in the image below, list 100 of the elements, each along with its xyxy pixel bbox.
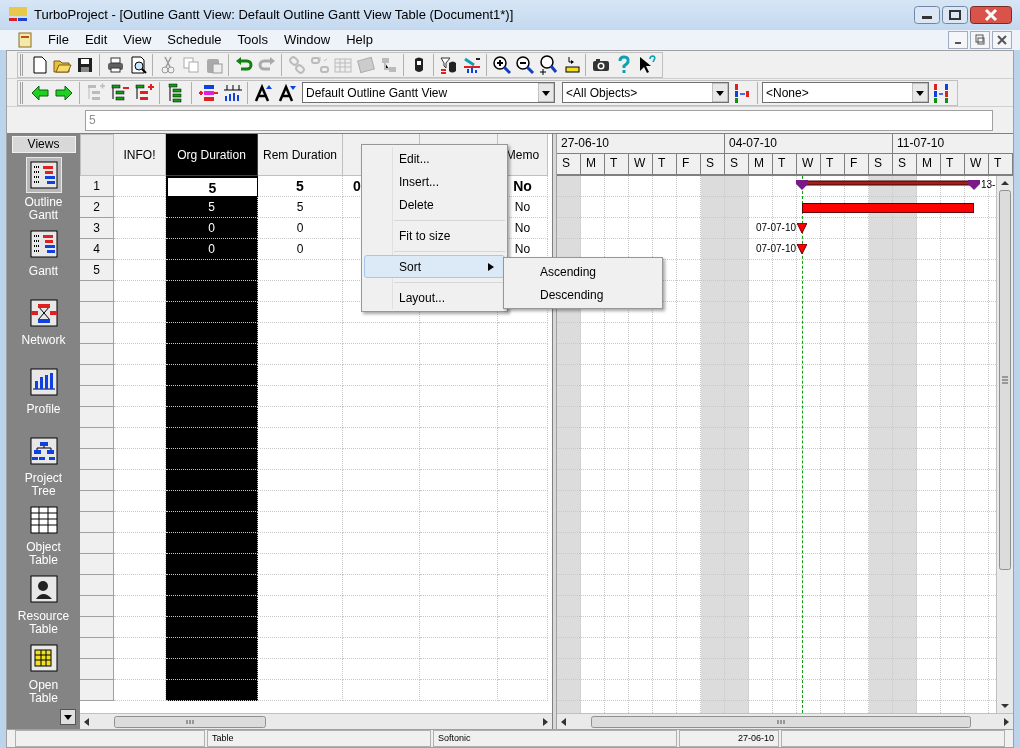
- menu-item[interactable]: Schedule: [159, 30, 230, 50]
- table-cell[interactable]: [258, 680, 343, 701]
- column-header[interactable]: Rem Duration: [258, 134, 343, 176]
- table-cell[interactable]: [343, 491, 420, 512]
- table-cell[interactable]: [166, 554, 258, 575]
- menu-item[interactable]: Tools: [229, 30, 276, 50]
- table-cell[interactable]: [166, 617, 258, 638]
- outline-remove-icon[interactable]: [109, 82, 130, 103]
- bars-icon[interactable]: [197, 82, 218, 103]
- table-cell[interactable]: [343, 617, 420, 638]
- row-header[interactable]: [80, 533, 114, 554]
- table-cell[interactable]: 0: [166, 239, 258, 260]
- table-cell[interactable]: [420, 533, 498, 554]
- column-header[interactable]: INFO!: [114, 134, 166, 176]
- table-cell[interactable]: [498, 386, 548, 407]
- table-cell[interactable]: [166, 407, 258, 428]
- summary-bar[interactable]: [796, 179, 980, 191]
- task-bar[interactable]: [802, 203, 974, 213]
- column-header[interactable]: Org Duration: [166, 134, 258, 176]
- milestone-marker[interactable]: [797, 244, 807, 254]
- table-cell[interactable]: [420, 575, 498, 596]
- table-cell[interactable]: [420, 365, 498, 386]
- row-header[interactable]: [80, 386, 114, 407]
- sidebar-item[interactable]: Object Table: [10, 498, 77, 567]
- table-cell[interactable]: [166, 680, 258, 701]
- table-cell[interactable]: [166, 638, 258, 659]
- sidebar-item[interactable]: Gantt: [10, 222, 77, 291]
- dropdown-arrow-icon[interactable]: [712, 83, 728, 102]
- table-cell[interactable]: [166, 449, 258, 470]
- row-header[interactable]: [80, 365, 114, 386]
- sidebar-item[interactable]: Resource Table: [10, 567, 77, 636]
- table-cell[interactable]: [420, 659, 498, 680]
- table-cell[interactable]: [258, 344, 343, 365]
- table-cell[interactable]: [498, 575, 548, 596]
- table-cell[interactable]: [498, 344, 548, 365]
- table-icon[interactable]: [355, 54, 376, 75]
- table-cell[interactable]: [498, 323, 548, 344]
- font-smaller-icon[interactable]: [277, 82, 298, 103]
- table-cell[interactable]: [343, 470, 420, 491]
- sort-dropdown[interactable]: <None>: [762, 82, 929, 103]
- row-header[interactable]: [80, 491, 114, 512]
- row-header[interactable]: [80, 575, 114, 596]
- table-cell[interactable]: [258, 260, 343, 281]
- scrollbar-thumb[interactable]: [114, 714, 266, 729]
- table-cell[interactable]: [166, 533, 258, 554]
- copy-icon[interactable]: [180, 54, 201, 75]
- table-cell[interactable]: [498, 680, 548, 701]
- table-cell[interactable]: [166, 344, 258, 365]
- row-header[interactable]: [80, 554, 114, 575]
- font-larger-icon[interactable]: [253, 82, 274, 103]
- table-cell[interactable]: [166, 365, 258, 386]
- menu-item[interactable]: Help: [338, 30, 381, 50]
- table-cell[interactable]: [166, 512, 258, 533]
- table-cell[interactable]: [420, 491, 498, 512]
- row-header[interactable]: [80, 638, 114, 659]
- close-button[interactable]: [970, 6, 1012, 24]
- table-cell[interactable]: [258, 365, 343, 386]
- table-cell[interactable]: [420, 323, 498, 344]
- table-cell[interactable]: [166, 575, 258, 596]
- table-cell[interactable]: 5: [166, 197, 258, 218]
- table-cell[interactable]: [420, 512, 498, 533]
- table-cell[interactable]: [258, 617, 343, 638]
- minimize-button[interactable]: [914, 6, 940, 24]
- table-cell[interactable]: [258, 659, 343, 680]
- row-header[interactable]: [80, 323, 114, 344]
- table-cell[interactable]: [420, 554, 498, 575]
- table-cell[interactable]: [498, 428, 548, 449]
- table-cell[interactable]: [498, 365, 548, 386]
- sidebar-item[interactable]: Open Table: [10, 636, 77, 705]
- table-cell[interactable]: [166, 302, 258, 323]
- table-cell[interactable]: [420, 638, 498, 659]
- table-cell[interactable]: [166, 260, 258, 281]
- table-cell[interactable]: [343, 365, 420, 386]
- corner-cell[interactable]: [80, 134, 114, 176]
- maximize-button[interactable]: [942, 6, 968, 24]
- row-header[interactable]: [80, 281, 114, 302]
- table-cell[interactable]: [258, 407, 343, 428]
- table-cell[interactable]: [343, 596, 420, 617]
- table-cell[interactable]: [498, 407, 548, 428]
- row-header[interactable]: 4: [80, 239, 114, 260]
- table-cell[interactable]: [420, 407, 498, 428]
- sidebar-item[interactable]: Network: [10, 291, 77, 360]
- close-button[interactable]: [992, 31, 1012, 49]
- table-cell[interactable]: [258, 470, 343, 491]
- table-cell[interactable]: [343, 512, 420, 533]
- menu-item[interactable]: Ascending: [506, 260, 660, 283]
- table-cell[interactable]: [343, 533, 420, 554]
- table-cell[interactable]: [258, 512, 343, 533]
- table-cell[interactable]: [258, 428, 343, 449]
- table-cell[interactable]: [420, 617, 498, 638]
- filter-dropdown[interactable]: <All Objects>: [562, 82, 729, 103]
- table-cell[interactable]: [343, 659, 420, 680]
- menu-item[interactable]: Edit: [76, 30, 116, 50]
- row-header[interactable]: [80, 659, 114, 680]
- table-cell[interactable]: [258, 533, 343, 554]
- table-cell[interactable]: [498, 659, 548, 680]
- table-cell[interactable]: [498, 512, 548, 533]
- dropdown-arrow-icon[interactable]: [912, 83, 928, 102]
- row-header[interactable]: [80, 617, 114, 638]
- outline-insert-icon[interactable]: [133, 82, 154, 103]
